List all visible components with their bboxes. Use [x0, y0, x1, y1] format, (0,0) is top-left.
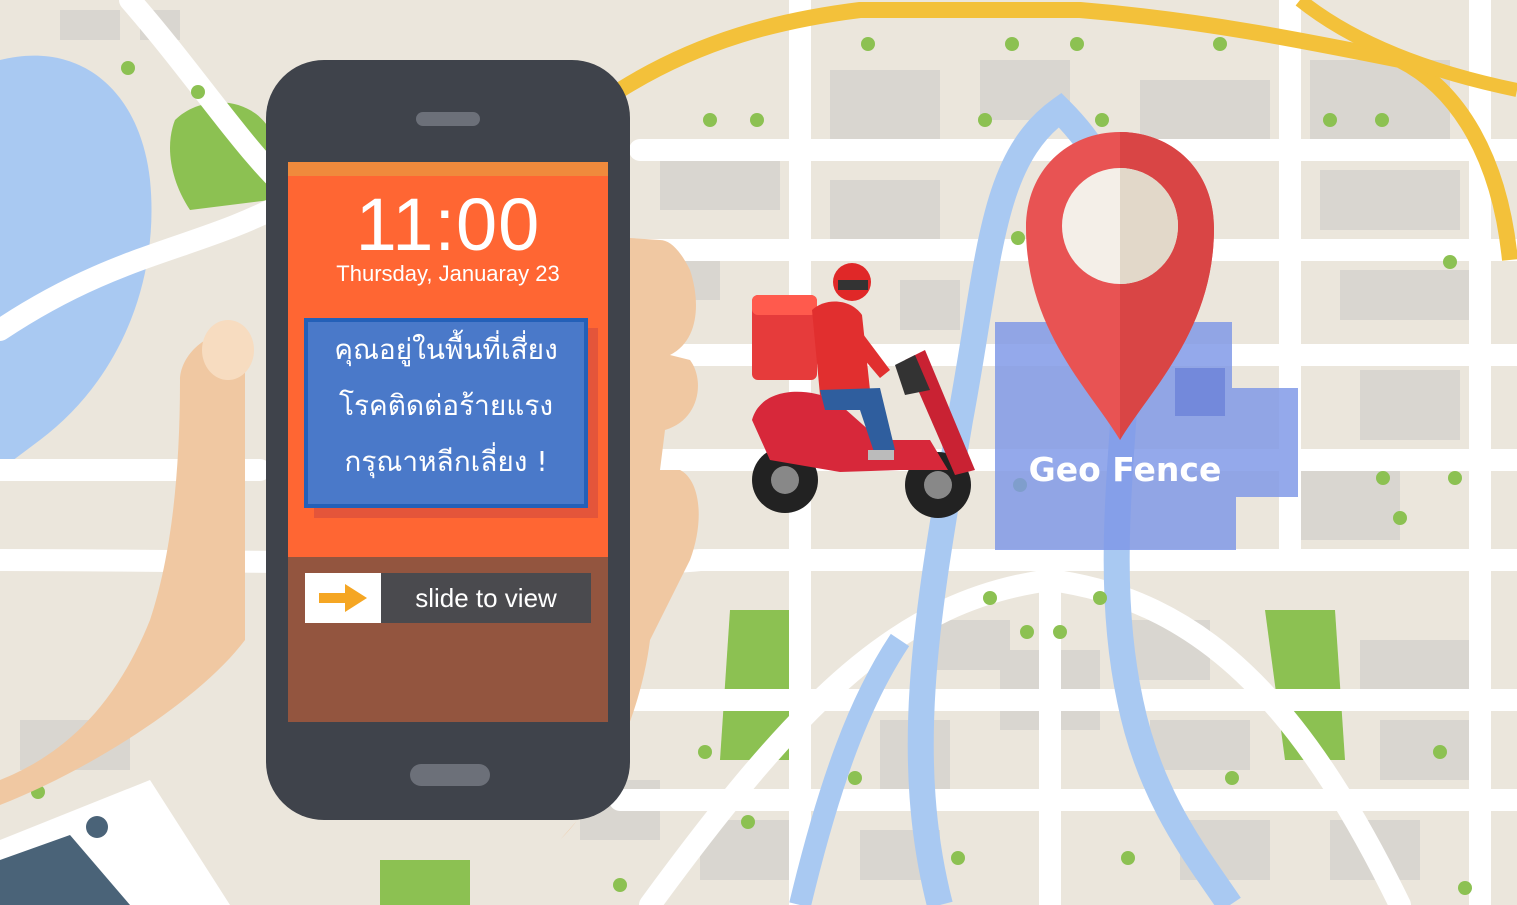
lockscreen-date: Thursday, Januaray 23 [336, 261, 560, 286]
arrow-right-icon [319, 584, 367, 612]
alert-line-2: โรคติดต่อร้ายแรง [338, 389, 554, 422]
slide-handle[interactable] [305, 573, 381, 623]
geofence-label: Geo Fence [1028, 450, 1222, 489]
alert-notification[interactable]: คุณอยู่ในพื้นที่เสี่ยง โรคติดต่อร้ายแรง … [304, 318, 588, 508]
slide-to-view-slider[interactable]: slide to view [305, 573, 591, 623]
geofence-inner-block [1175, 368, 1225, 416]
alert-line-1: คุณอยู่ในพื้นที่เสี่ยง [334, 333, 558, 366]
map-scene [0, 0, 1517, 905]
alert-line-3: กรุณาหลีกเลี่ยง ! [344, 445, 548, 478]
slide-label: slide to view [415, 583, 557, 613]
lockscreen-time: 11:00 [355, 183, 541, 266]
